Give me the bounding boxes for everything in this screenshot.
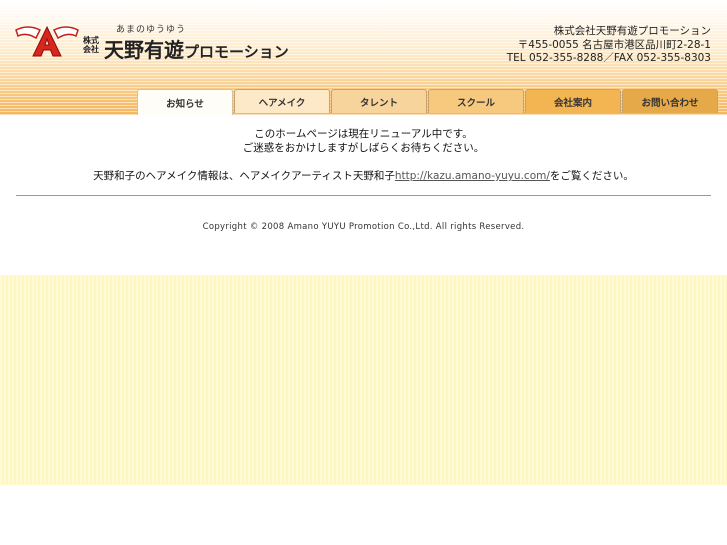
site-header: 株式会社 あまのゆうゆう 天野有遊プロモーション 株式会社天野有遊プロモーション…: [0, 0, 727, 115]
divider: [16, 195, 711, 196]
tab-news[interactable]: お知らせ: [137, 89, 233, 115]
tab-contact[interactable]: お問い合わせ: [622, 89, 718, 113]
notice-line-3-before: 天野和子のヘアメイク情報は、ヘアメイクアーティスト天野和子: [93, 170, 395, 182]
kabushiki-kaisha-label: 株式会社: [83, 36, 99, 54]
renewal-notice: このホームページは現在リニューアル中です。 ご迷惑をおかけしますがしばらくお待ち…: [0, 127, 727, 155]
copyright: Copyright © 2008 Amano YUYU Promotion Co…: [202, 222, 525, 232]
tab-company[interactable]: 会社案内: [525, 89, 621, 113]
address-phone-fax: TEL 052-355-8288／FAX 052-355-8303: [506, 52, 711, 64]
notice-line-2: ご迷惑をおかけしますがしばらくお待ちください。: [242, 142, 485, 154]
address-company: 株式会社天野有遊プロモーション: [553, 25, 711, 37]
kazu-site-link[interactable]: http://kazu.amano-yuyu.com/: [395, 170, 550, 182]
notice-line-3-after: をご覧ください。: [549, 170, 634, 182]
yellow-striped-panel: [0, 275, 727, 485]
notice-line-1: このホームページは現在リニューアル中です。: [254, 128, 473, 140]
company-name-sub: プロモーション: [184, 43, 289, 61]
winged-a-logo-icon: [15, 25, 79, 57]
tab-hair-make[interactable]: ヘアメイク: [234, 89, 330, 113]
site-logo[interactable]: 株式会社 あまのゆうゆう 天野有遊プロモーション: [14, 24, 314, 64]
main-content: このホームページは現在リニューアル中です。 ご迷惑をおかけしますがしばらくお待ち…: [0, 115, 727, 275]
company-address: 株式会社天野有遊プロモーション 〒455-0055 名古屋市港区品川町2-28-…: [507, 25, 711, 66]
company-name-main: 天野有遊: [104, 38, 184, 62]
company-name: 天野有遊プロモーション: [104, 34, 289, 63]
main-nav: お知らせ ヘアメイク タレント スクール 会社案内 お問い合わせ: [137, 89, 719, 115]
tab-talent[interactable]: タレント: [331, 89, 427, 113]
hairmake-notice: 天野和子のヘアメイク情報は、ヘアメイクアーティスト天野和子http://kazu…: [0, 168, 727, 183]
address-postal: 〒455-0055 名古屋市港区品川町2-28-1: [517, 38, 711, 51]
tab-school[interactable]: スクール: [428, 89, 524, 113]
